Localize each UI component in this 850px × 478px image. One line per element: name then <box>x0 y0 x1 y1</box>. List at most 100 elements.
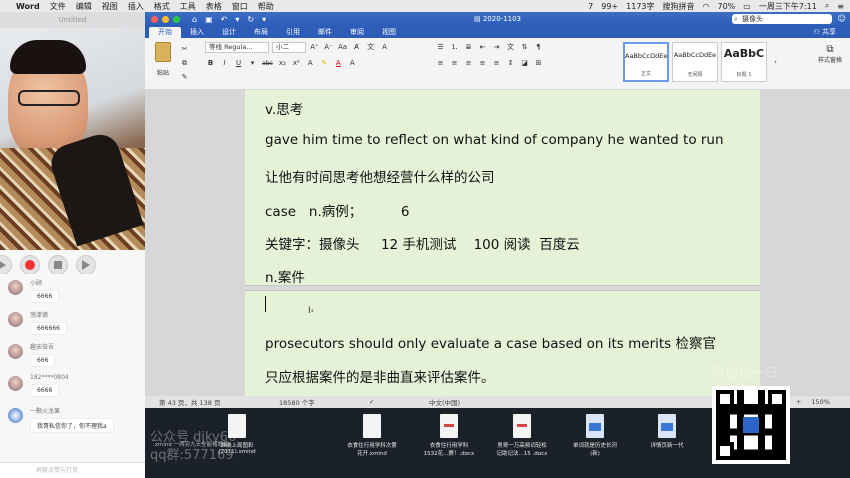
style-normal[interactable]: AaBbCcDdEe 正文 <box>623 42 669 82</box>
zoom-window-button[interactable] <box>173 15 180 23</box>
avatar[interactable] <box>8 344 23 359</box>
doc-line[interactable]: case n.病例； 6 <box>265 200 409 220</box>
battery-icon[interactable]: ▭ <box>743 2 751 11</box>
forward-button[interactable] <box>76 255 96 275</box>
clear-format-icon[interactable]: A̸ <box>351 42 362 53</box>
tab-mailings[interactable]: 邮件 <box>309 27 341 38</box>
menu-format[interactable]: 格式 <box>154 1 170 12</box>
close-window-button[interactable] <box>151 15 158 23</box>
styles-more-icon[interactable]: › <box>770 57 781 68</box>
badge-count[interactable]: 99+ <box>601 2 618 11</box>
wifi-icon[interactable]: ◠ <box>703 2 710 11</box>
underline-dropdown-icon[interactable]: ▾ <box>247 58 258 69</box>
chat-list[interactable]: 小顾 6666 荡漾德 666666 趣宋倍吾 666 182****0804 … <box>0 274 145 478</box>
customize-icon[interactable]: ▾ <box>262 15 266 24</box>
change-case-icon[interactable]: Aa <box>337 42 348 53</box>
multilevel-list-icon[interactable]: ≣ <box>463 42 474 53</box>
desktop-file[interactable]: 详情页新一代 <box>635 414 699 449</box>
record-button[interactable] <box>20 255 40 275</box>
doc-line[interactable]: gave him time to reflect on what kind of… <box>265 132 724 148</box>
tab-references[interactable]: 引用 <box>277 27 309 38</box>
styles-pane-button[interactable]: ⧉ 样式窗格 <box>818 44 842 64</box>
share-button[interactable]: ⚇ 共享 <box>813 27 836 37</box>
doc-line[interactable]: v.思考 <box>265 98 303 118</box>
bold-icon[interactable]: B <box>205 58 216 69</box>
avatar[interactable] <box>8 312 23 327</box>
style-heading-1[interactable]: AaBbC 标题 1 <box>721 42 767 82</box>
network-speed[interactable]: 1173字 <box>626 1 654 12</box>
smiley-icon[interactable]: ☺ <box>838 14 846 23</box>
format-painter-icon[interactable]: ✎ <box>179 72 190 83</box>
avatar[interactable] <box>8 376 23 391</box>
subscript-icon[interactable]: x₂ <box>277 58 288 69</box>
home-icon[interactable]: ⌂ <box>192 15 197 24</box>
superscript-icon[interactable]: x² <box>291 58 302 69</box>
menu-edit[interactable]: 编辑 <box>76 1 92 12</box>
doc-line[interactable]: 让他有时间思考他想经营什么样的公司 <box>265 166 495 186</box>
desktop-file[interactable]: 单词就是历史长河 (新) <box>563 414 627 457</box>
highlight-icon[interactable]: ✎ <box>319 58 330 69</box>
menu-file[interactable]: 文件 <box>50 1 66 12</box>
desktop-file[interactable]: 衣食住行用学科 1532花...赛！.docx <box>417 414 481 457</box>
font-size-select[interactable]: 小二 <box>272 42 306 53</box>
cut-icon[interactable]: ✂ <box>179 44 190 55</box>
desktop-file[interactable]: 男哥一万高频词轻松 记助记法...15 .docx <box>490 414 554 457</box>
desktop-file[interactable]: 衣食住行用学科次第 花开.xmind <box>340 414 404 457</box>
menu-help[interactable]: 帮助 <box>258 1 274 12</box>
font-color-icon[interactable]: A <box>333 58 344 69</box>
undo-icon[interactable]: ↶ <box>221 15 228 24</box>
document-page[interactable]: v.思考 gave him time to reflect on what ki… <box>245 90 760 396</box>
tab-design[interactable]: 设计 <box>213 27 245 38</box>
doc-line[interactable]: n.案件 <box>265 266 305 286</box>
language[interactable]: 中文(中国) <box>429 397 460 407</box>
dropdown-icon[interactable]: ▾ <box>235 15 239 24</box>
minimize-window-button[interactable] <box>162 15 169 23</box>
clock[interactable]: 一周三下午7:11 <box>759 1 817 12</box>
search-input[interactable]: ⌕ 摄像头 <box>732 14 832 24</box>
notification-count[interactable]: 7 <box>588 2 593 11</box>
menu-table[interactable]: 表格 <box>206 1 222 12</box>
doc-line[interactable]: 关键字：摄像头 12 手机测试 100 阅读 百度云 <box>265 233 580 253</box>
menu-tools[interactable]: 工具 <box>180 1 196 12</box>
numbering-icon[interactable]: ⒈ <box>449 42 460 53</box>
tab-insert[interactable]: 插入 <box>181 27 213 38</box>
doc-line[interactable]: prosecutors should only evaluate a case … <box>265 332 716 352</box>
document-canvas[interactable]: v.思考 gave him time to reflect on what ki… <box>145 90 850 396</box>
char-border-icon[interactable]: A <box>379 42 390 53</box>
menu-window[interactable]: 窗口 <box>232 1 248 12</box>
redo-icon[interactable]: ↻ <box>247 15 254 24</box>
text-effects-icon[interactable]: A <box>305 58 316 69</box>
stop-button[interactable] <box>48 255 68 275</box>
bullets-icon[interactable]: ☰ <box>435 42 446 53</box>
justify-icon[interactable]: ≡ <box>477 58 488 69</box>
menu-view[interactable]: 视图 <box>102 1 118 12</box>
distributed-icon[interactable]: ≡ <box>491 58 502 69</box>
phonetic-icon[interactable]: 文 <box>365 42 376 53</box>
grow-font-icon[interactable]: A⁺ <box>309 42 320 53</box>
avatar[interactable] <box>8 280 23 295</box>
copy-icon[interactable]: ⧉ <box>179 58 190 69</box>
font-name-select[interactable]: 等线 Regula... <box>205 42 269 53</box>
align-left-icon[interactable]: ≡ <box>435 58 446 69</box>
menu-list-icon[interactable]: ≡ <box>837 2 844 11</box>
doc-line[interactable]: 只应根据案件的是非曲直来评估案件。 <box>265 366 495 386</box>
input-method[interactable]: 搜狗拼音 <box>663 1 695 12</box>
proofing-icon[interactable]: ✓ <box>369 398 429 406</box>
show-marks-icon[interactable]: ¶ <box>533 42 544 53</box>
align-right-icon[interactable]: ≡ <box>463 58 474 69</box>
shading-icon[interactable]: ◪ <box>519 58 530 69</box>
strikethrough-icon[interactable]: abc <box>261 58 274 69</box>
align-center-icon[interactable]: ≡ <box>449 58 460 69</box>
style-no-spacing[interactable]: AaBbCcDdEe 无间隔 <box>672 42 718 82</box>
borders-icon[interactable]: ⊞ <box>533 58 544 69</box>
decrease-indent-icon[interactable]: ⇤ <box>477 42 488 53</box>
char-shading-icon[interactable]: A <box>347 58 358 69</box>
italic-icon[interactable]: I <box>219 58 230 69</box>
underline-icon[interactable]: U <box>233 58 244 69</box>
battery-percent[interactable]: 70% <box>718 2 736 11</box>
shrink-font-icon[interactable]: A⁻ <box>323 42 334 53</box>
line-spacing-icon[interactable]: ↕ <box>505 58 516 69</box>
word-count[interactable]: 18580 个字 <box>279 397 369 407</box>
page-count[interactable]: 第 43 页，共 138 页 <box>159 397 279 407</box>
chat-input[interactable]: 屏蔽点赞与打赏 <box>0 462 145 478</box>
